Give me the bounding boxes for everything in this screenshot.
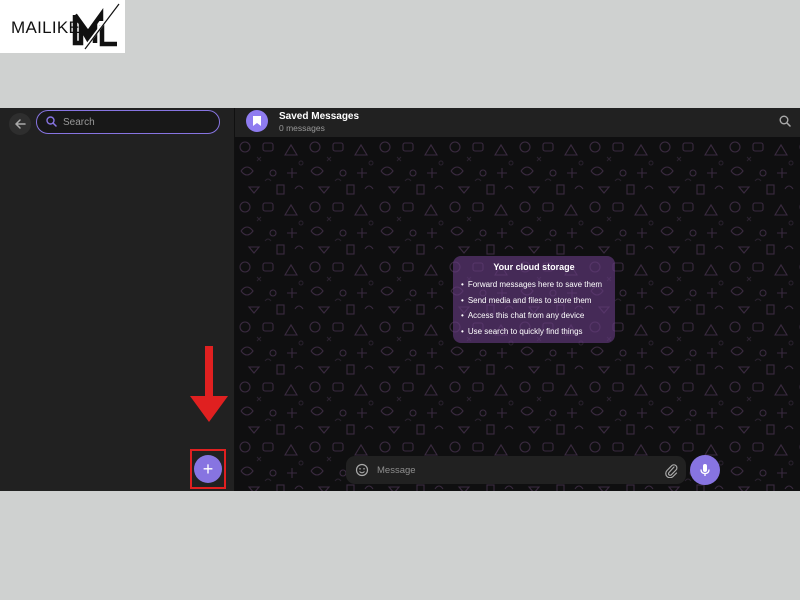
mailike-logo: MAILIKE [0,0,125,53]
info-item: Send media and files to store them [461,293,602,309]
search-box[interactable] [36,110,220,134]
info-list: Forward messages here to save them Send … [461,277,602,339]
avatar[interactable] [246,110,268,132]
smile-icon[interactable] [355,463,369,477]
info-item: Use search to quickly find things [461,324,602,340]
chat-panel: Saved Messages 0 messages Your cloud sto… [235,108,800,491]
arrow-left-icon [15,119,26,129]
logo-text: MAILIKE [11,18,81,37]
search-input[interactable] [63,114,213,130]
search-icon[interactable] [779,115,791,127]
back-button[interactable] [9,113,31,135]
logo-mark [72,3,120,50]
paperclip-icon[interactable] [664,462,678,478]
plus-icon: + [202,459,214,479]
record-voice-button[interactable] [690,455,720,485]
bookmark-icon [253,116,261,126]
chat-header: Saved Messages 0 messages [235,108,800,137]
new-chat-button[interactable]: + [194,455,222,483]
chat-title[interactable]: Saved Messages [279,111,359,122]
chat-subtitle: 0 messages [279,123,325,133]
info-title: Your cloud storage [493,262,575,272]
microphone-icon [700,464,710,476]
search-icon [46,116,57,127]
telegram-window: + [0,108,800,491]
cloud-storage-info: Your cloud storage Forward messages here… [453,256,615,343]
info-item: Forward messages here to save them [461,277,602,293]
message-composer [346,456,686,484]
red-arrow-annotation [190,346,228,422]
info-item: Access this chat from any device [461,308,602,324]
message-input[interactable] [377,462,647,478]
